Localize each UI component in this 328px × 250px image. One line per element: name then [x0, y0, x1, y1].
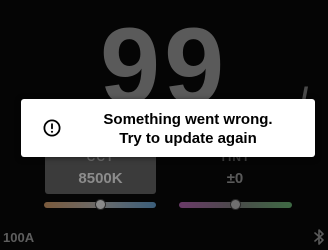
alert-circle-icon — [43, 119, 61, 137]
bluetooth-icon — [314, 229, 324, 245]
error-toast[interactable]: Something went wrong. Try to update agai… — [21, 99, 315, 157]
cct-slider-thumb[interactable] — [94, 199, 106, 210]
cct-value: 8500K — [78, 170, 123, 187]
battery-status: 100A — [3, 230, 35, 245]
error-message-line1: Something went wrong. — [103, 111, 273, 128]
tint-value: ±0 — [226, 170, 244, 187]
device-screen: 99 / CCT 8500K TINT ±0 100A Something we… — [0, 0, 328, 250]
error-message-line2: Try to update again — [119, 130, 257, 147]
cct-slider[interactable] — [44, 199, 156, 210]
error-message: Something went wrong. Try to update agai… — [69, 110, 307, 148]
tint-slider[interactable] — [179, 199, 292, 210]
tint-slider-thumb[interactable] — [230, 199, 241, 210]
